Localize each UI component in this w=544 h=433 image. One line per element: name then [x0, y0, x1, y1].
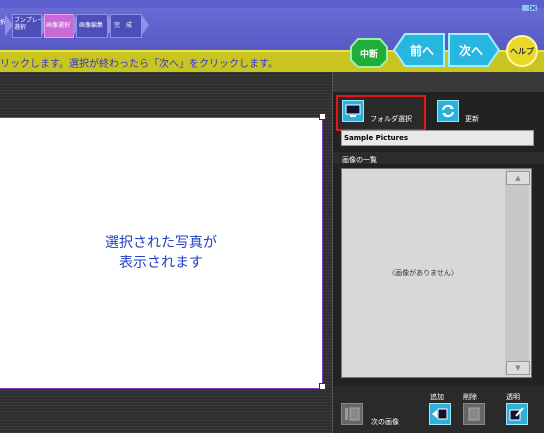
preview-placeholder: 選択された写真が 表示されます	[0, 233, 322, 273]
image-list-title: 画像の一覧	[342, 156, 377, 164]
transparent-label: 透明	[506, 393, 520, 401]
preview-canvas: 選択された写真が 表示されます	[0, 117, 323, 389]
delete-image-icon	[468, 407, 480, 421]
step-image-edit-label: 画像編集	[79, 22, 104, 29]
step-finish-label: 完 成	[114, 22, 133, 29]
empty-list-message: 〈画像がありません〉	[388, 269, 458, 277]
transparent-button[interactable]	[506, 403, 528, 425]
folder-select-button[interactable]: フォルダ選択	[336, 95, 426, 131]
monitor-icon	[345, 104, 361, 117]
step-image-select: 画像選択	[44, 14, 74, 38]
add-button[interactable]	[429, 403, 451, 425]
resize-handle-bottom-right[interactable]	[319, 383, 326, 390]
refresh-button[interactable]	[437, 100, 459, 122]
next-image-icon	[345, 407, 360, 421]
delete-label: 削除	[463, 393, 477, 401]
window-controls[interactable]	[522, 3, 538, 13]
help-label: ヘルプ	[510, 46, 534, 56]
resize-handle-top-right[interactable]	[319, 113, 326, 120]
step-arrow-icon	[141, 14, 149, 36]
add-image-icon	[432, 408, 448, 420]
next-image-button[interactable]	[341, 403, 363, 425]
preview-line-2: 表示されます	[119, 255, 203, 271]
folder-path-field: Sample Pictures	[341, 130, 534, 146]
add-label: 追加	[430, 393, 444, 401]
next-label: 次へ	[458, 43, 483, 58]
next-button[interactable]: 次へ	[448, 33, 500, 67]
stop-button[interactable]: 中断	[350, 38, 388, 68]
image-list-scrollbar[interactable]: ▲ ▼	[505, 169, 530, 375]
step-finish: 完 成	[110, 14, 142, 38]
stop-label: 中断	[359, 49, 378, 60]
header-titlebar	[0, 0, 544, 8]
next-image-label: 次の画像	[371, 418, 399, 426]
minimize-close-icon[interactable]	[522, 3, 538, 12]
refresh-label: 更新	[465, 115, 479, 123]
transparent-pen-icon	[509, 407, 524, 421]
step-image-select-label: 画像選択	[46, 22, 71, 29]
preview-line-1: 選択された写真が	[105, 235, 217, 251]
refresh-icon	[442, 104, 454, 118]
panel-header	[333, 72, 544, 92]
help-button[interactable]: ヘルプ	[505, 34, 539, 68]
prev-label: 前へ	[409, 43, 434, 58]
scroll-up-icon[interactable]: ▲	[506, 171, 530, 185]
folder-select-icon	[342, 100, 364, 122]
instruction-text: リックします。選択が終わったら「次へ」をクリックします。	[0, 59, 278, 70]
step-image-edit: 画像編集	[76, 14, 108, 38]
delete-button[interactable]	[463, 403, 485, 425]
folder-select-label: フォルダ選択	[370, 115, 412, 123]
prev-button[interactable]: 前へ	[393, 33, 445, 67]
step-template: ブンプレート 選択	[12, 14, 50, 38]
scroll-down-icon[interactable]: ▼	[506, 361, 530, 375]
